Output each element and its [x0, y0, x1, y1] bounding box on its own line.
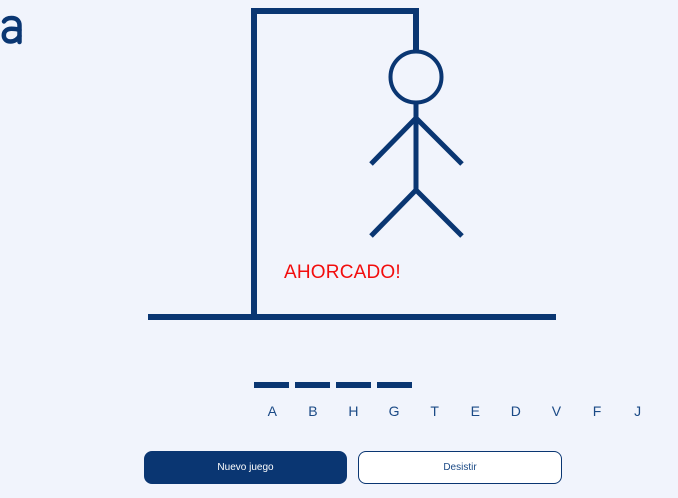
attempted-letter: G: [388, 403, 400, 419]
attempted-letter: H: [348, 403, 359, 419]
attempted-letter: E: [470, 403, 480, 419]
give-up-button[interactable]: Desistir: [358, 451, 562, 484]
new-game-button[interactable]: Nuevo juego: [144, 451, 347, 484]
hangman-right-leg: [414, 188, 464, 238]
word-slot: [254, 382, 289, 388]
word-slot: [336, 382, 371, 388]
attempted-letter: J: [634, 403, 642, 419]
word-slot: [295, 382, 330, 388]
hangman-game: AHORCADO! A B H G T E D V F J Nuevo juego Desisti…: [0, 0, 678, 498]
hidden-word: [254, 382, 412, 388]
attempted-letter: D: [510, 403, 521, 419]
word-slot: [377, 382, 412, 388]
attempted-letter: V: [551, 403, 562, 419]
game-status-message: AHORCADO!: [284, 262, 401, 283]
hangman-drawing: [148, 8, 556, 320]
attempted-letter: T: [430, 403, 439, 419]
hangman-right-arm: [414, 116, 464, 166]
attempted-letter: B: [308, 403, 318, 419]
attempted-letter: F: [592, 403, 602, 419]
attempted-letter: A: [267, 403, 277, 419]
hangman-left-leg: [369, 188, 418, 238]
attempted-letters: ABHGTEDVFJ: [252, 403, 658, 419]
hangman-left-arm: [369, 116, 418, 166]
hangman-head: [388, 49, 444, 105]
